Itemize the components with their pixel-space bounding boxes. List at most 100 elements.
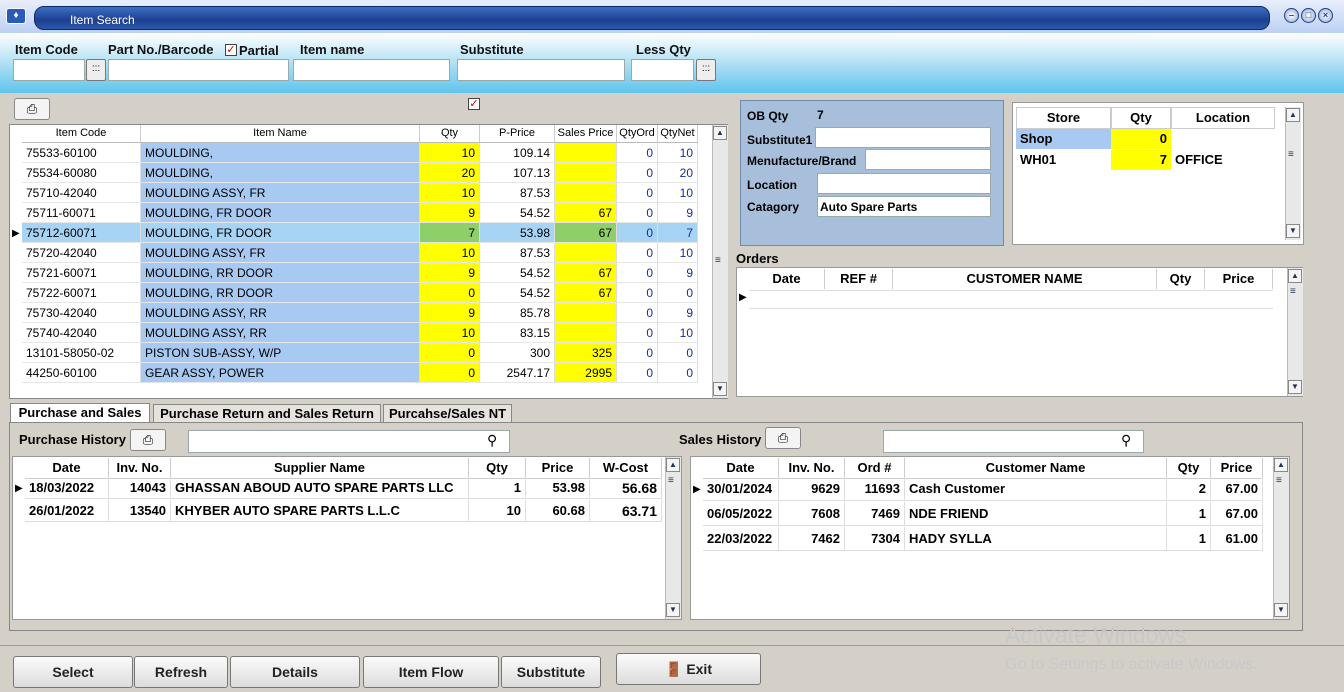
items-cell-ord[interactable]: 0 [617, 303, 658, 323]
store-row-wh01-qty[interactable]: 7 [1111, 150, 1171, 170]
item-flow-button[interactable]: Item Flow [363, 656, 499, 688]
sales-cell-name[interactable]: NDE FRIEND [905, 502, 1167, 526]
items-table-row[interactable]: 75534-60080 MOULDING, 20 107.13 0 20 [10, 163, 700, 183]
grid-checkbox[interactable]: ✓ [468, 98, 480, 110]
sales-col-qty[interactable]: Qty [1167, 458, 1211, 479]
items-cell-qty[interactable]: 10 [420, 183, 480, 203]
col-qty[interactable]: Qty [420, 125, 480, 143]
col-qtynet[interactable]: QtyNet [658, 125, 698, 143]
items-cell-name[interactable]: MOULDING, RR DOOR [141, 263, 420, 283]
items-cell-sprice[interactable] [555, 163, 617, 183]
sales-scrollbar[interactable]: ▲ ≡ ▼ [1273, 457, 1289, 619]
items-cell-sprice[interactable]: 67 [555, 283, 617, 303]
items-cell-name[interactable]: MOULDING, RR DOOR [141, 283, 420, 303]
items-cell-ord[interactable]: 0 [617, 203, 658, 223]
sales-cell-qty[interactable]: 1 [1167, 527, 1211, 551]
purchase-search-input[interactable] [188, 430, 510, 453]
purchase-col-price[interactable]: Price [526, 458, 590, 479]
items-cell-code[interactable]: 75722-60071 [22, 283, 141, 303]
sales-search-input[interactable] [883, 430, 1144, 453]
purchase-col-inv[interactable]: Inv. No. [109, 458, 171, 479]
sales-cell-ord[interactable]: 7469 [845, 502, 905, 526]
lessqty-lookup-button[interactable]: ::: [696, 59, 716, 81]
col-qtyord[interactable]: QtyOrd [617, 125, 658, 143]
items-cell-code[interactable]: 75534-60080 [22, 163, 141, 183]
store-col-store[interactable]: Store [1016, 107, 1111, 129]
substitute-input[interactable] [457, 59, 625, 81]
items-cell-ord[interactable]: 0 [617, 363, 658, 383]
items-cell-code[interactable]: 44250-60100 [22, 363, 141, 383]
tab-purchase-sales[interactable]: Purchase and Sales [10, 403, 150, 423]
purchase-col-date[interactable]: Date [25, 458, 109, 479]
items-cell-pprice[interactable]: 2547.17 [480, 363, 555, 383]
items-cell-code[interactable]: 75720-42040 [22, 243, 141, 263]
sales-table-row[interactable]: 06/05/2022 7608 7469 NDE FRIEND 1 67.00 [691, 502, 1271, 526]
purchase-cell-wcost[interactable]: 63.71 [590, 500, 662, 522]
exit-button[interactable]: 🚪 Exit [616, 653, 761, 685]
items-cell-ord[interactable]: 0 [617, 343, 658, 363]
items-table-row[interactable]: ▶ 75712-60071 MOULDING, FR DOOR 7 53.98 67 0 7 [10, 223, 700, 243]
col-sales-price[interactable]: Sales Price [555, 125, 617, 143]
purchase-cell-price[interactable]: 53.98 [526, 477, 590, 499]
col-pprice[interactable]: P-Price [480, 125, 555, 143]
items-cell-pprice[interactable]: 54.52 [480, 203, 555, 223]
item-code-lookup-button[interactable]: ::: [86, 59, 106, 81]
sales-table-row[interactable]: 22/03/2022 7462 7304 HADY SYLLA 1 61.00 [691, 527, 1271, 551]
sales-cell-inv[interactable]: 7608 [779, 502, 845, 526]
sales-cell-date[interactable]: 30/01/2024 [703, 477, 779, 501]
purchase-cell-name[interactable]: KHYBER AUTO SPARE PARTS L.L.C [171, 500, 469, 522]
sales-cell-price[interactable]: 67.00 [1211, 477, 1263, 501]
sales-col-customer[interactable]: Customer Name [905, 458, 1167, 479]
items-cell-sprice[interactable] [555, 303, 617, 323]
items-cell-net[interactable]: 10 [658, 323, 698, 343]
items-cell-sprice[interactable] [555, 143, 617, 163]
select-button[interactable]: Select [13, 656, 133, 688]
app-icon[interactable]: ♦ [6, 8, 26, 24]
items-cell-ord[interactable]: 0 [617, 263, 658, 283]
tab-purchase-sales-nt[interactable]: Purcahse/Sales NT [383, 404, 512, 422]
purchase-col-wcost[interactable]: W-Cost [590, 458, 662, 479]
items-table-row[interactable]: 75720-42040 MOULDING ASSY, FR 10 87.53 0 10 [10, 243, 700, 263]
location-field[interactable] [817, 173, 991, 194]
items-cell-name[interactable]: MOULDING ASSY, RR [141, 323, 420, 343]
col-item-code[interactable]: Item Code [22, 125, 141, 143]
purchase-col-qty[interactable]: Qty [469, 458, 526, 479]
scroll-up-icon[interactable]: ▲ [1274, 458, 1288, 472]
items-table-row[interactable]: 75722-60071 MOULDING, RR DOOR 0 54.52 67 0 0 [10, 283, 700, 303]
sales-table-row[interactable]: ▶ 30/01/2024 9629 11693 Cash Customer 2 67.00 [691, 477, 1271, 501]
items-cell-code[interactable]: 75712-60071 [22, 223, 141, 243]
tab-purchase-return[interactable]: Purchase Return and Sales Return [153, 404, 381, 422]
items-cell-net[interactable]: 7 [658, 223, 698, 243]
scroll-grip-icon[interactable]: ≡ [1276, 475, 1282, 486]
items-table-row[interactable]: 75730-42040 MOULDING ASSY, RR 9 85.78 0 9 [10, 303, 700, 323]
items-cell-pprice[interactable]: 83.15 [480, 323, 555, 343]
items-cell-sprice[interactable]: 67 [555, 203, 617, 223]
scroll-down-icon[interactable]: ▼ [1286, 224, 1300, 238]
items-cell-code[interactable]: 75740-42040 [22, 323, 141, 343]
items-cell-sprice[interactable]: 2995 [555, 363, 617, 383]
items-cell-qty[interactable]: 7 [420, 223, 480, 243]
items-cell-ord[interactable]: 0 [617, 323, 658, 343]
purchase-scrollbar[interactable]: ▲ ≡ ▼ [665, 457, 681, 619]
item-code-input[interactable] [13, 59, 85, 81]
sales-cell-date[interactable]: 06/05/2022 [703, 502, 779, 526]
items-cell-code[interactable]: 75730-42040 [22, 303, 141, 323]
sales-col-date[interactable]: Date [703, 458, 779, 479]
items-table-row[interactable]: 75721-60071 MOULDING, RR DOOR 9 54.52 67 0 9 [10, 263, 700, 283]
items-cell-qty[interactable]: 20 [420, 163, 480, 183]
items-cell-sprice[interactable]: 67 [555, 223, 617, 243]
substitute-button[interactable]: Substitute [501, 656, 601, 688]
items-cell-pprice[interactable]: 107.13 [480, 163, 555, 183]
orders-col-customer[interactable]: CUSTOMER NAME [893, 269, 1157, 289]
sales-cell-ord[interactable]: 7304 [845, 527, 905, 551]
items-cell-sprice[interactable] [555, 323, 617, 343]
store-row-shop-qty[interactable]: 0 [1111, 129, 1171, 149]
details-button[interactable]: Details [230, 656, 360, 688]
scroll-grip-icon[interactable]: ≡ [668, 475, 674, 486]
purchase-cell-qty[interactable]: 10 [469, 500, 526, 522]
search-icon[interactable]: ⚲ [487, 432, 497, 449]
items-cell-net[interactable]: 9 [658, 303, 698, 323]
items-cell-qty[interactable]: 9 [420, 263, 480, 283]
sales-cell-price[interactable]: 67.00 [1211, 502, 1263, 526]
orders-scrollbar[interactable]: ▲ ≡ ▼ [1287, 268, 1303, 396]
